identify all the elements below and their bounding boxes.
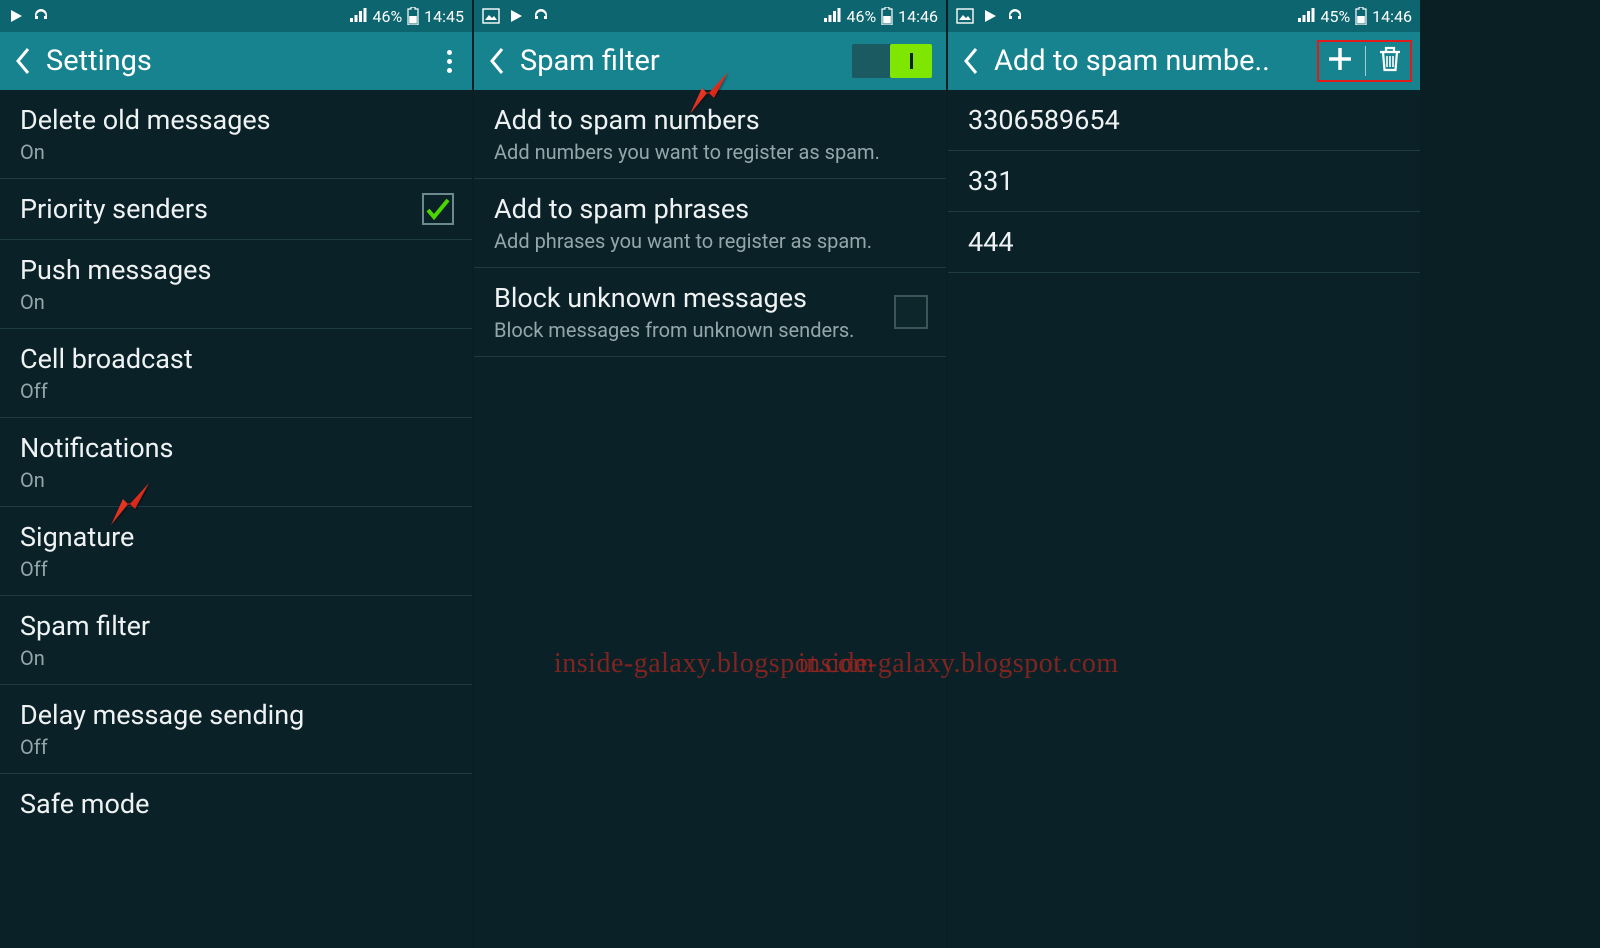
checkbox-checked[interactable] xyxy=(422,193,454,225)
image-icon xyxy=(482,8,500,24)
row-title: Cell broadcast xyxy=(20,343,454,375)
signal-icon xyxy=(349,8,367,24)
row-safe-mode[interactable]: Safe mode xyxy=(0,774,472,834)
back-icon[interactable] xyxy=(488,46,506,76)
play-icon xyxy=(8,8,24,24)
trash-icon[interactable] xyxy=(1376,44,1404,78)
app-bar: Settings xyxy=(0,32,472,90)
row-priority-senders[interactable]: Priority senders xyxy=(0,179,472,240)
page-title: Add to spam numbe.. xyxy=(994,44,1270,78)
row-sub: On xyxy=(20,290,454,314)
app-bar: Spam filter xyxy=(474,32,946,90)
spam-number: 3306589654 xyxy=(968,104,1402,136)
screen-settings: 46% 14:45 Settings Delete old messages O… xyxy=(0,0,474,948)
row-sub: On xyxy=(20,468,454,492)
row-add-spam-numbers[interactable]: Add to spam numbers Add numbers you want… xyxy=(474,90,946,179)
headphones-icon xyxy=(532,7,550,25)
action-buttons-highlight xyxy=(1317,40,1412,82)
row-title: Priority senders xyxy=(20,193,422,225)
row-cell-broadcast[interactable]: Cell broadcast Off xyxy=(0,329,472,418)
battery-pct: 46% xyxy=(372,7,402,26)
signal-icon xyxy=(1297,8,1315,24)
row-title: Delete old messages xyxy=(20,104,454,136)
play-icon xyxy=(982,8,998,24)
row-sub: Off xyxy=(20,735,454,759)
row-add-spam-phrases[interactable]: Add to spam phrases Add phrases you want… xyxy=(474,179,946,268)
battery-pct: 45% xyxy=(1320,7,1350,26)
page-title: Settings xyxy=(46,44,152,78)
headphones-icon xyxy=(32,7,50,25)
status-bar: 46% 14:45 xyxy=(0,0,472,32)
row-push-messages[interactable]: Push messages On xyxy=(0,240,472,329)
signal-icon xyxy=(823,8,841,24)
row-title: Push messages xyxy=(20,254,454,286)
spam-number: 331 xyxy=(968,165,1402,197)
watermark: inside-galaxy.blogspot.com xyxy=(554,648,875,680)
row-title: Add to spam phrases xyxy=(494,193,928,225)
row-title: Spam filter xyxy=(20,610,454,642)
image-icon xyxy=(956,8,974,24)
row-title: Safe mode xyxy=(20,788,454,820)
row-title: Notifications xyxy=(20,432,454,464)
play-icon xyxy=(508,8,524,24)
battery-pct: 46% xyxy=(846,7,876,26)
battery-icon xyxy=(407,7,419,25)
row-sub: On xyxy=(20,140,454,164)
screen-spam-filter: 46% 14:46 Spam filter Add to spam number… xyxy=(474,0,948,948)
row-sub: Off xyxy=(20,557,454,581)
back-icon[interactable] xyxy=(962,46,980,76)
row-block-unknown[interactable]: Block unknown messages Block messages fr… xyxy=(474,268,946,357)
app-bar: Add to spam numbe.. xyxy=(948,32,1420,90)
screen-add-spam-numbers: 45% 14:46 Add to spam numbe.. 3306589654… xyxy=(948,0,1422,948)
back-icon[interactable] xyxy=(14,46,32,76)
row-title: Delay message sending xyxy=(20,699,454,731)
row-delay-message-sending[interactable]: Delay message sending Off xyxy=(0,685,472,774)
row-spam-filter[interactable]: Spam filter On xyxy=(0,596,472,685)
row-sub: Block messages from unknown senders. xyxy=(494,318,894,342)
row-sub: On xyxy=(20,646,454,670)
headphones-icon xyxy=(1006,7,1024,25)
row-signature[interactable]: Signature Off xyxy=(0,507,472,596)
spam-number-row[interactable]: 444 xyxy=(948,212,1420,273)
status-bar: 45% 14:46 xyxy=(948,0,1420,32)
spam-number: 444 xyxy=(968,226,1402,258)
add-icon[interactable] xyxy=(1325,44,1355,78)
battery-icon xyxy=(881,7,893,25)
status-bar: 46% 14:46 xyxy=(474,0,946,32)
clock: 14:46 xyxy=(898,7,938,26)
row-title: Add to spam numbers xyxy=(494,104,928,136)
spam-number-row[interactable]: 331 xyxy=(948,151,1420,212)
row-sub: Off xyxy=(20,379,454,403)
row-sub: Add numbers you want to register as spam… xyxy=(494,140,928,164)
clock: 14:45 xyxy=(424,7,464,26)
spam-number-row[interactable]: 3306589654 xyxy=(948,90,1420,151)
separator xyxy=(1365,46,1366,76)
row-notifications[interactable]: Notifications On xyxy=(0,418,472,507)
spam-filter-toggle[interactable] xyxy=(852,44,932,78)
row-sub: Add phrases you want to register as spam… xyxy=(494,229,928,253)
overflow-menu-icon[interactable] xyxy=(441,44,458,79)
page-title: Spam filter xyxy=(520,44,660,78)
row-title: Block unknown messages xyxy=(494,282,894,314)
clock: 14:46 xyxy=(1372,7,1412,26)
row-delete-old-messages[interactable]: Delete old messages On xyxy=(0,90,472,179)
row-title: Signature xyxy=(20,521,454,553)
checkbox-unchecked[interactable] xyxy=(894,295,928,329)
battery-icon xyxy=(1355,7,1367,25)
